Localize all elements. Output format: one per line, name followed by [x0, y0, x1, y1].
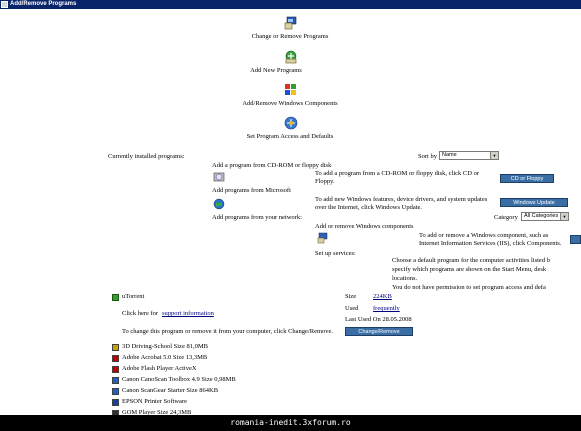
nav-add-new[interactable]: Add New Programs	[196, 67, 356, 74]
used-label: Used	[345, 305, 359, 312]
sort-by-value: Name	[442, 152, 457, 158]
size-value[interactable]: 224KB	[373, 293, 392, 300]
components-desc: To add or remove a Windows component, su…	[419, 232, 562, 247]
windows-update-icon	[213, 198, 225, 210]
watermark-banner: romania-inedit.3xforum.ro	[0, 415, 581, 431]
installed-programs-label: Currently installed programs:	[108, 153, 185, 160]
components-icon	[317, 232, 328, 244]
program-list-item[interactable]: Canon ScanGear Starter Size 864KB	[122, 387, 218, 394]
chevron-down-icon[interactable]: ▼	[560, 213, 568, 220]
program-list-item[interactable]: Canon CanoScan Toolbox 4.9 Size 0,98MB	[122, 376, 236, 383]
cd-or-floppy-button[interactable]: CD or Floppy	[500, 174, 554, 183]
windows-update-button[interactable]: Windows Update	[500, 198, 568, 207]
nav-set-access[interactable]: Set Program Access and Defaults	[210, 133, 370, 140]
support-info-link[interactable]: support information	[162, 310, 214, 317]
access-desc-line3: locations.	[392, 275, 418, 282]
program-access-defaults-icon[interactable]	[284, 116, 298, 130]
change-remove-button[interactable]: Change/Remove	[345, 327, 413, 336]
last-used: Last Used On 28.05.2008	[345, 316, 412, 323]
change-remove-text: To change this program or remove it from…	[122, 328, 334, 335]
windows-components-icon[interactable]	[284, 83, 298, 97]
nav-add-remove-components[interactable]: Add/Remove Windows Components	[210, 100, 370, 107]
title-bar: Add/Remove Programs	[0, 0, 581, 9]
access-desc-line2: specify which programs are shown on the …	[392, 266, 547, 273]
cd-drive-icon	[213, 172, 225, 182]
sort-by-select[interactable]: Name ▼	[439, 151, 499, 160]
watermark-text: romania-inedit.3xforum.ro	[230, 418, 351, 427]
program-icon	[112, 399, 119, 406]
change-remove-programs-icon[interactable]	[284, 16, 298, 30]
access-desc-line1: Choose a default program for the compute…	[392, 257, 550, 264]
add-new-programs-icon[interactable]	[284, 50, 298, 64]
category-select[interactable]: All Categories ▼	[521, 212, 569, 221]
program-icon	[112, 388, 119, 395]
program-list-item[interactable]: 3D Driving-School Size 81,0MB	[122, 343, 208, 350]
category-label: Category	[494, 214, 518, 221]
program-list-item[interactable]: EPSON Printer Software	[122, 398, 187, 405]
add-from-network-title: Add programs from your network:	[212, 214, 302, 221]
add-from-cd-title: Add a program from CD-ROM or floppy disk	[212, 162, 332, 169]
program-icon	[112, 344, 119, 351]
window-icon	[1, 1, 8, 8]
sort-by-label: Sort by	[418, 153, 437, 160]
support-prefix: Click here for	[122, 310, 159, 317]
selected-program-name[interactable]: uTorrent	[122, 293, 144, 300]
program-list-item[interactable]: Adobe Acrobat 5.0 Size 13,3MB	[122, 354, 207, 361]
category-value: All Categories	[524, 213, 559, 219]
program-icon	[112, 366, 119, 373]
size-label: Size	[345, 293, 357, 300]
chevron-down-icon[interactable]: ▼	[490, 152, 498, 159]
add-from-microsoft-title: Add programs from Microsoft	[212, 187, 291, 194]
program-icon	[112, 355, 119, 362]
add-from-microsoft-desc: To add new Windows features, device driv…	[315, 196, 488, 211]
window-title: Add/Remove Programs	[10, 1, 77, 7]
program-icon	[112, 377, 119, 384]
nav-change-remove[interactable]: Change or Remove Programs	[210, 33, 370, 40]
setup-services-label: Set up services:	[315, 250, 356, 257]
add-from-cd-desc: To add a program from a CD-ROM or floppy…	[315, 170, 480, 185]
utorrent-icon	[112, 294, 119, 301]
components-title: Add or remove Windows components	[315, 223, 414, 230]
components-button[interactable]	[570, 235, 581, 244]
used-value[interactable]: frequently	[373, 305, 400, 312]
access-no-permission: You do not have permission to set progra…	[392, 284, 546, 291]
program-list-item[interactable]: Adobe Flash Player ActiveX	[122, 365, 197, 372]
